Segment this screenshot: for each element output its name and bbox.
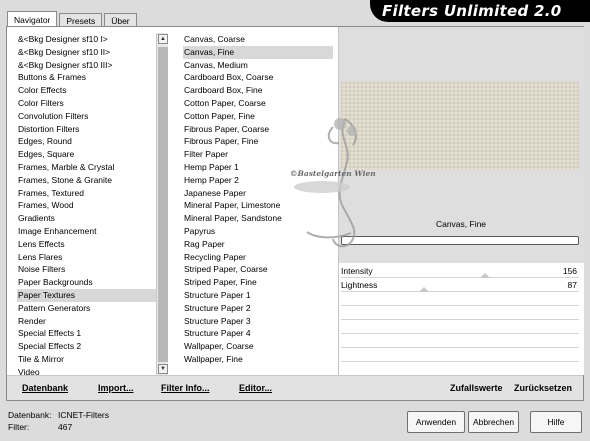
tab-strip: Navigator Presets Über — [7, 11, 139, 26]
status-database-value: ICNET-Filters — [58, 410, 109, 420]
main-panel: &<Bkg Designer sf10 I> &<Bkg Designer sf1… — [6, 26, 584, 401]
status-database-label: Datenbank: — [8, 410, 52, 420]
app-title: Filters Unlimited 2.0 — [382, 2, 562, 20]
status-database: Datenbank: ICNET-Filters — [8, 410, 109, 420]
cancel-button[interactable]: Abbrechen — [468, 411, 519, 433]
bottom-toolbar: Datenbank Import... Filter Info... Edito… — [7, 375, 583, 400]
status-filters-label: Filter: — [8, 422, 30, 432]
watermark-text: ©Bastelgarten Wien — [290, 169, 376, 178]
status-filters-value: 467 — [58, 422, 73, 432]
random-values-button[interactable]: Zufallswerte — [450, 383, 503, 393]
watermark-logo: ©Bastelgarten Wien — [290, 118, 376, 248]
tab-presets[interactable]: Presets — [59, 13, 103, 26]
status-filters: Filter: 467 — [8, 422, 72, 432]
editor-button[interactable]: Editor... — [239, 383, 272, 393]
database-button[interactable]: Datenbank — [22, 383, 68, 393]
reset-button[interactable]: Zurücksetzen — [514, 383, 572, 393]
apply-button[interactable]: Anwenden — [407, 411, 465, 433]
tab-about[interactable]: Über — [104, 13, 137, 26]
help-button[interactable]: Hilfe — [530, 411, 582, 433]
filter-info-button[interactable]: Filter Info... — [161, 383, 210, 393]
import-button[interactable]: Import... — [98, 383, 134, 393]
tab-navigator[interactable]: Navigator — [7, 11, 58, 26]
